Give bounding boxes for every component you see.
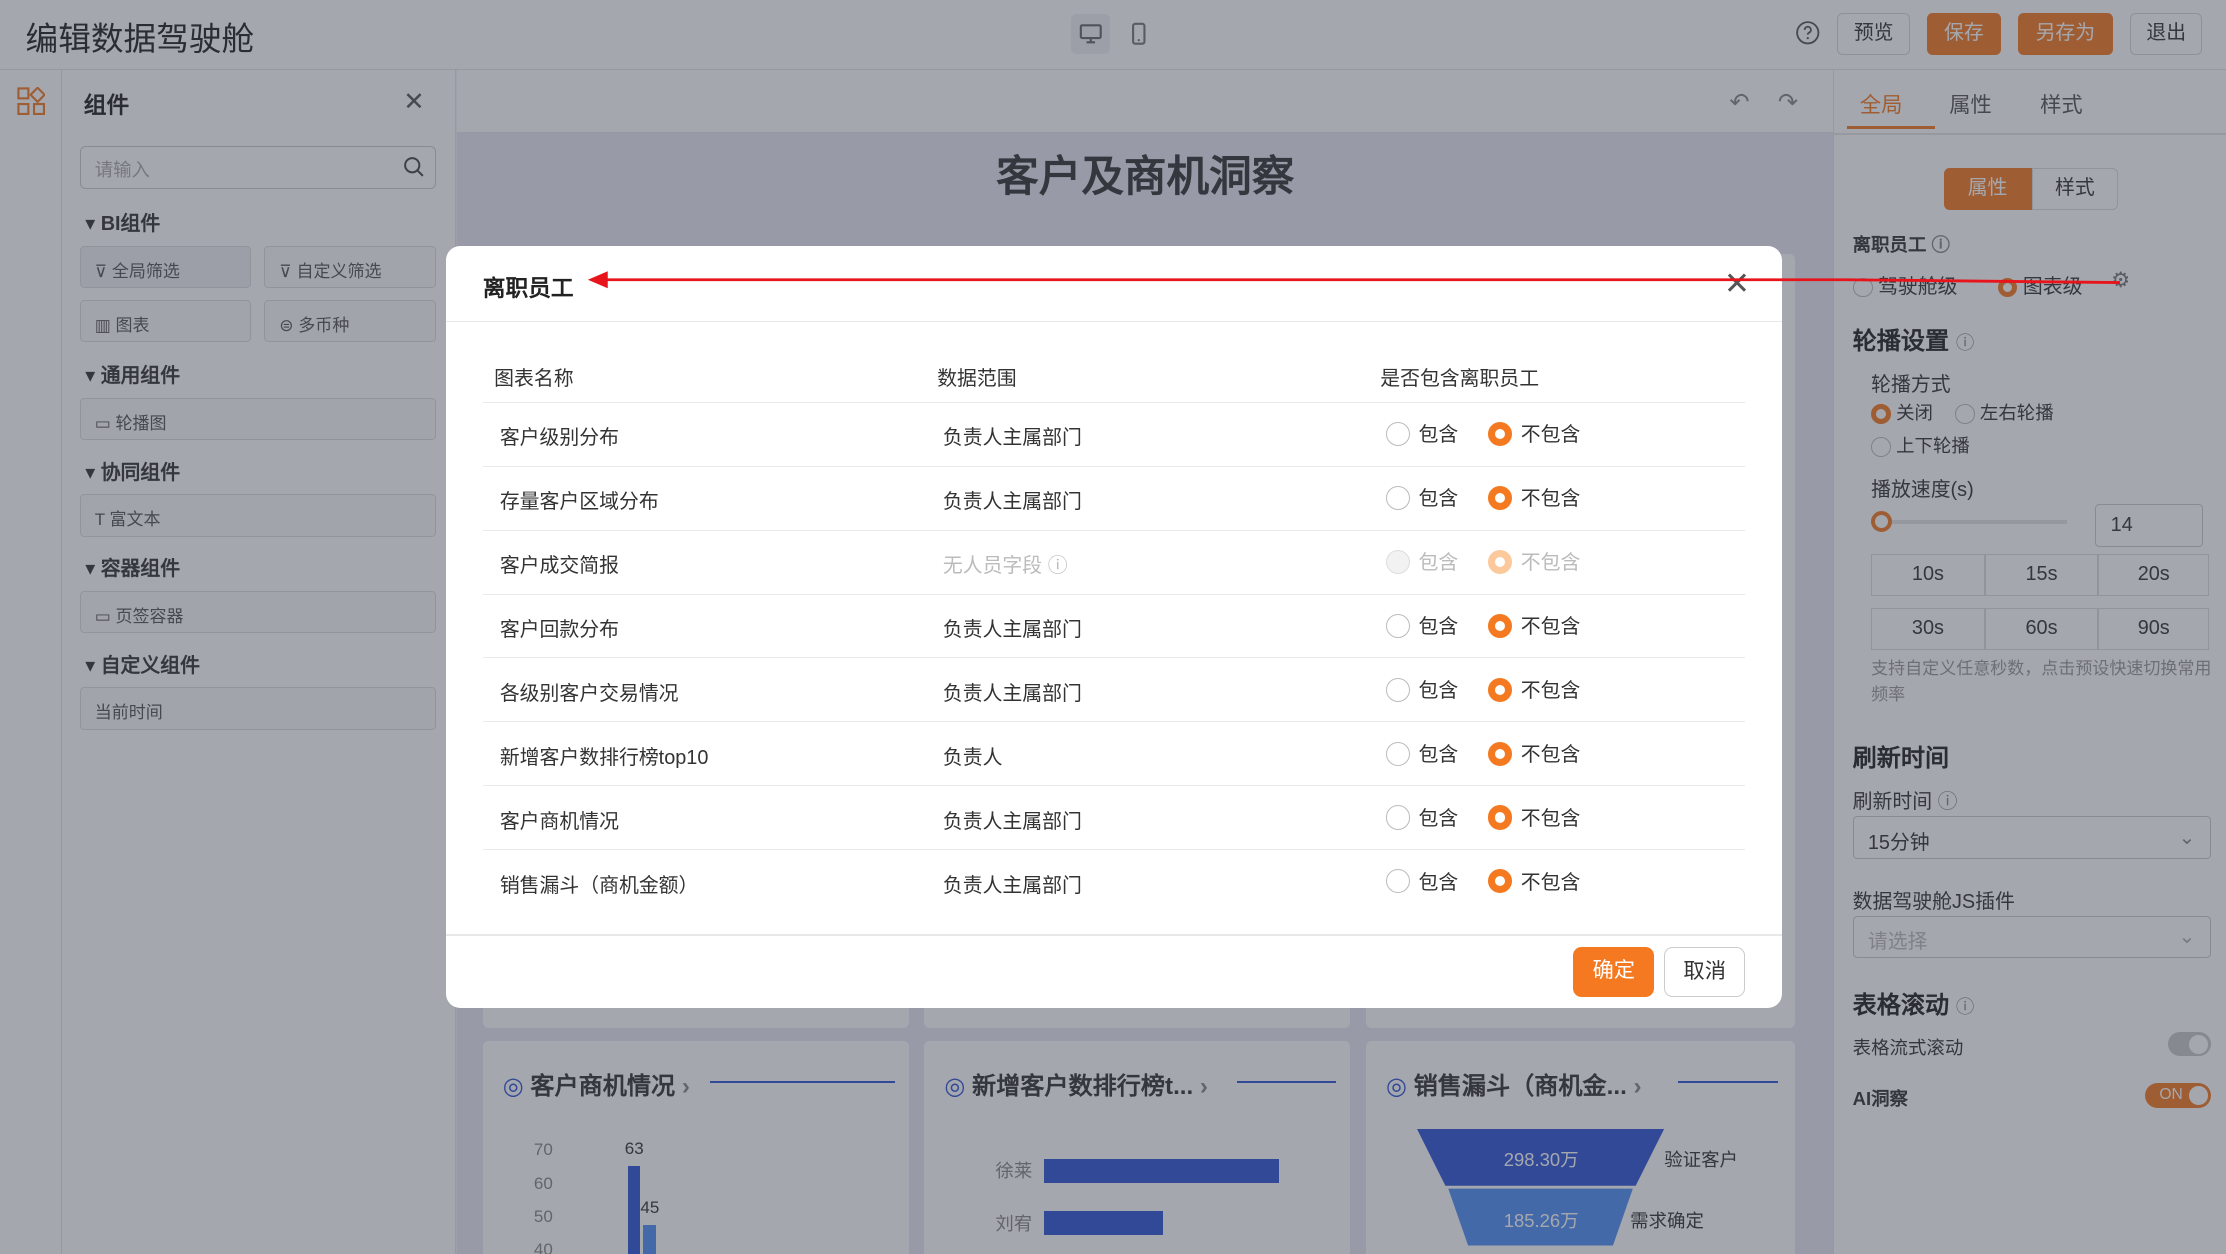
annotation-arrow [587, 271, 2121, 289]
